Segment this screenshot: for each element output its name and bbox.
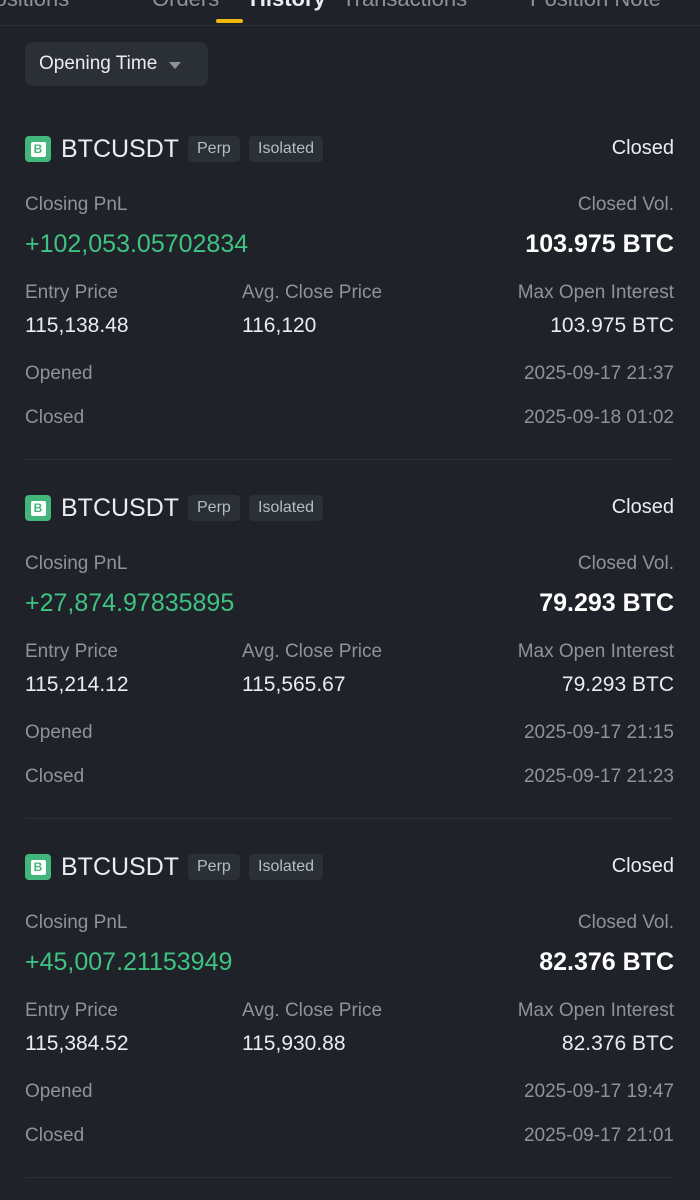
tab-positions[interactable]: Positions <box>0 0 69 12</box>
max-open-interest-label: Max Open Interest <box>517 1000 674 1021</box>
opened-time: 2025-09-17 21:15 <box>523 722 674 743</box>
max-open-interest-value: 82.376 BTC <box>561 1032 674 1055</box>
tag-isolated: Isolated <box>249 495 324 521</box>
closed-label: Closed <box>25 1125 85 1146</box>
position-header: B BTCUSDT Perp Isolated Closed <box>25 852 674 882</box>
status-label: Closed <box>611 855 674 877</box>
tab-position-note[interactable]: Position Note <box>530 0 661 12</box>
symbol-name: BTCUSDT <box>61 135 180 163</box>
closing-pnl-value: +27,874.97835895 <box>25 589 235 617</box>
tag-isolated: Isolated <box>249 854 324 880</box>
status-label: Closed <box>611 137 674 159</box>
position-card[interactable]: B BTCUSDT Perp Isolated Closed Closing P… <box>25 134 674 474</box>
closed-time: 2025-09-18 01:02 <box>523 407 674 428</box>
max-open-interest-label: Max Open Interest <box>517 282 674 303</box>
position-header: B BTCUSDT Perp Isolated Closed <box>25 493 674 523</box>
opened-time: 2025-09-17 21:37 <box>523 363 674 384</box>
opened-label: Opened <box>25 363 93 384</box>
coin-icon: B <box>25 136 51 162</box>
sort-dropdown-button[interactable]: Opening Time <box>25 42 208 86</box>
card-divider <box>25 818 674 819</box>
opened-label: Opened <box>25 1081 93 1102</box>
closing-pnl-value: +45,007.21153949 <box>25 948 233 976</box>
closing-pnl-label: Closing PnL <box>25 553 128 574</box>
entry-price-label: Entry Price <box>25 1000 118 1021</box>
active-tab-indicator <box>216 19 243 23</box>
opened-time: 2025-09-17 19:47 <box>523 1081 674 1102</box>
position-card[interactable]: B BTCUSDT Perp Isolated Closed Closing P… <box>25 852 674 1192</box>
entry-price-value: 115,384.52 <box>25 1032 129 1055</box>
closed-time: 2025-09-17 21:01 <box>523 1125 674 1146</box>
closed-time: 2025-09-17 21:23 <box>523 766 674 787</box>
max-open-interest-value: 103.975 BTC <box>550 314 674 337</box>
opened-label: Opened <box>25 722 93 743</box>
closed-vol-value: 103.975 BTC <box>525 230 674 258</box>
closed-vol-value: 82.376 BTC <box>539 948 674 976</box>
avg-close-price-label: Avg. Close Price <box>242 641 383 662</box>
entry-price-value: 115,214.12 <box>25 673 129 696</box>
coin-icon: B <box>25 495 51 521</box>
card-divider <box>25 1177 674 1178</box>
tab-orders[interactable]: Orders <box>152 0 219 12</box>
closed-label: Closed <box>25 766 85 787</box>
tag-perp: Perp <box>188 854 240 880</box>
closed-label: Closed <box>25 407 85 428</box>
avg-close-price-value: 115,565.67 <box>242 673 346 696</box>
avg-close-price-value: 116,120 <box>242 314 317 337</box>
avg-close-price-value: 115,930.88 <box>242 1032 346 1055</box>
closed-vol-label: Closed Vol. <box>577 553 674 574</box>
tag-perp: Perp <box>188 136 240 162</box>
sort-dropdown-label: Opening Time <box>39 53 158 74</box>
tag-perp: Perp <box>188 495 240 521</box>
tab-bar: Positions Orders History Transactions Po… <box>0 0 700 26</box>
coin-icon: B <box>25 854 51 880</box>
avg-close-price-label: Avg. Close Price <box>242 1000 383 1021</box>
entry-price-value: 115,138.48 <box>25 314 129 337</box>
closing-pnl-value: +102,053.05702834 <box>25 230 249 258</box>
symbol-name: BTCUSDT <box>61 853 180 881</box>
entry-price-label: Entry Price <box>25 641 118 662</box>
avg-close-price-label: Avg. Close Price <box>242 282 383 303</box>
entry-price-label: Entry Price <box>25 282 118 303</box>
tab-history[interactable]: History <box>250 0 326 12</box>
caret-down-icon <box>169 61 182 69</box>
symbol-name: BTCUSDT <box>61 494 180 522</box>
closing-pnl-label: Closing PnL <box>25 194 128 215</box>
max-open-interest-label: Max Open Interest <box>517 641 674 662</box>
closed-vol-value: 79.293 BTC <box>539 589 674 617</box>
status-label: Closed <box>611 496 674 518</box>
closing-pnl-label: Closing PnL <box>25 912 128 933</box>
tab-transactions[interactable]: Transactions <box>342 0 467 12</box>
position-card[interactable]: B BTCUSDT Perp Isolated Closed Closing P… <box>25 493 674 833</box>
closed-vol-label: Closed Vol. <box>577 912 674 933</box>
position-header: B BTCUSDT Perp Isolated Closed <box>25 134 674 164</box>
max-open-interest-value: 79.293 BTC <box>561 673 674 696</box>
card-divider <box>25 459 674 460</box>
tag-isolated: Isolated <box>249 136 324 162</box>
closed-vol-label: Closed Vol. <box>577 194 674 215</box>
